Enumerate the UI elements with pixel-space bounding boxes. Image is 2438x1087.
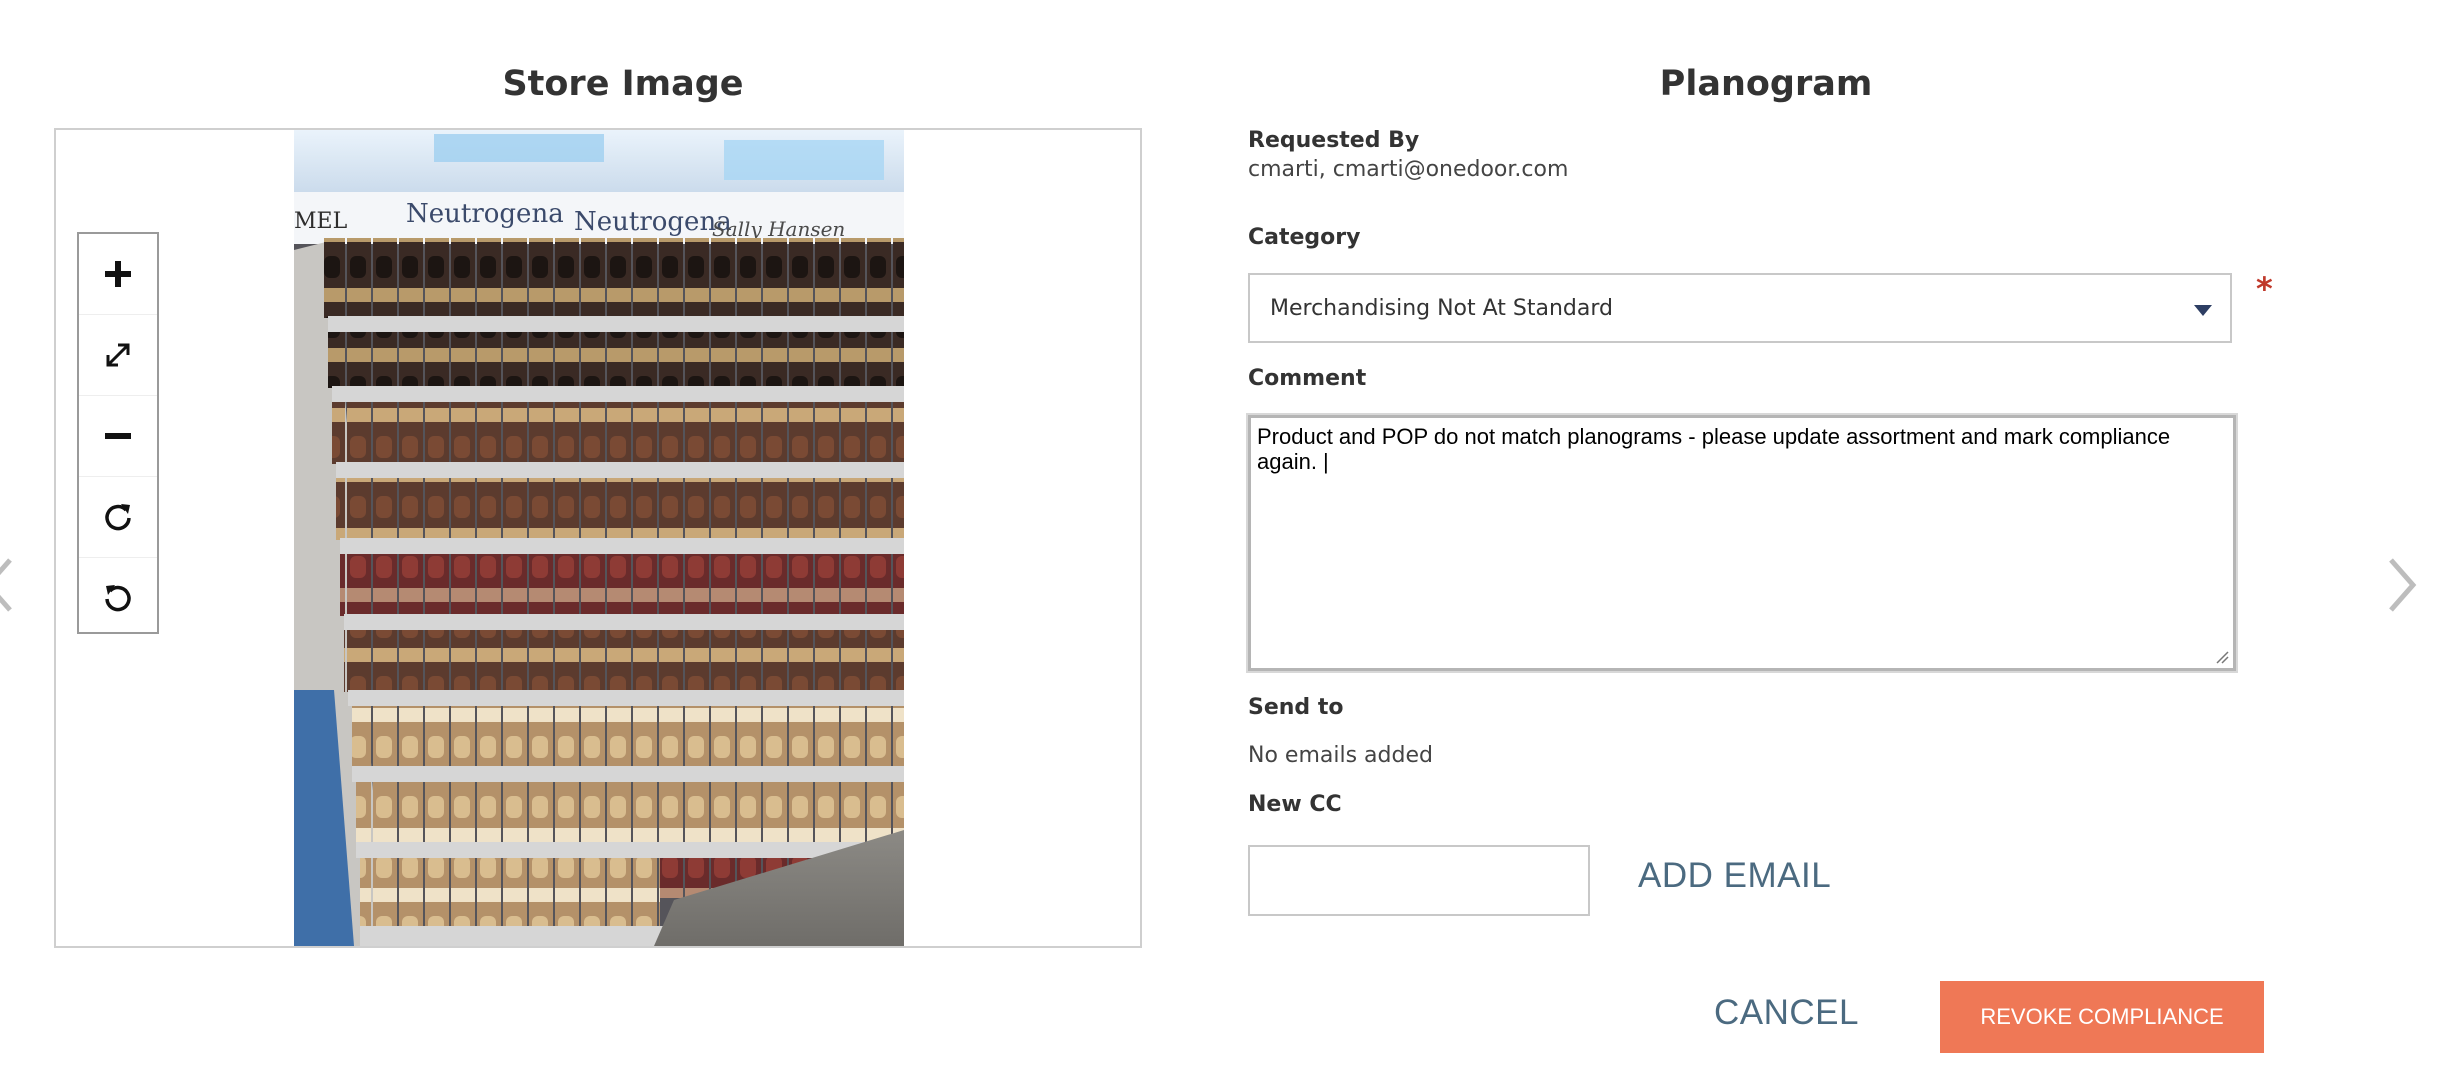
zoom-in-icon[interactable] [79, 234, 157, 315]
planogram-title: Planogram [1659, 64, 1873, 104]
chevron-down-icon [2194, 305, 2212, 316]
send-to-label: Send to [1248, 695, 1344, 720]
store-photo: MEL Neutrogena Neutrogena Sally Hansen [294, 130, 904, 946]
fullscreen-icon[interactable] [79, 315, 157, 396]
category-label: Category [1248, 225, 1361, 250]
sign-neutrogena-1: Neutrogena [406, 199, 564, 229]
resize-handle-icon[interactable] [2215, 650, 2229, 664]
new-cc-input[interactable] [1248, 845, 1590, 916]
required-indicator: * [2256, 270, 2273, 308]
requested-by-label: Requested By [1248, 128, 1420, 153]
zoom-out-icon[interactable] [79, 396, 157, 477]
comment-textarea[interactable]: Product and POP do not match planograms … [1248, 415, 2236, 671]
sign-neutrogena-2: Neutrogena [574, 207, 732, 237]
category-selected-value: Merchandising Not At Standard [1270, 295, 1613, 321]
add-email-button[interactable]: ADD EMAIL [1638, 856, 1831, 896]
next-arrow-icon[interactable] [2381, 555, 2421, 619]
revoke-compliance-button[interactable]: REVOKE COMPLIANCE [1940, 981, 2264, 1053]
sign-sally-hansen: Sally Hansen [712, 217, 845, 241]
store-image-viewer[interactable]: MEL Neutrogena Neutrogena Sally Hansen [54, 128, 1142, 948]
store-image-title: Store Image [502, 64, 744, 104]
comment-text: Product and POP do not match planograms … [1257, 424, 2171, 474]
send-to-value: No emails added [1248, 743, 1433, 768]
new-cc-label: New CC [1248, 792, 1342, 817]
comment-label: Comment [1248, 366, 1367, 391]
zoom-toolbar [77, 232, 159, 634]
rotate-left-icon[interactable] [79, 558, 157, 638]
category-select[interactable]: Merchandising Not At Standard [1248, 273, 2232, 343]
sign-mel: MEL [294, 209, 348, 234]
requested-by-value: cmarti, cmarti@onedoor.com [1248, 157, 1569, 182]
previous-arrow-icon[interactable] [0, 555, 20, 619]
cancel-button[interactable]: CANCEL [1714, 993, 1859, 1033]
rotate-right-icon[interactable] [79, 477, 157, 558]
